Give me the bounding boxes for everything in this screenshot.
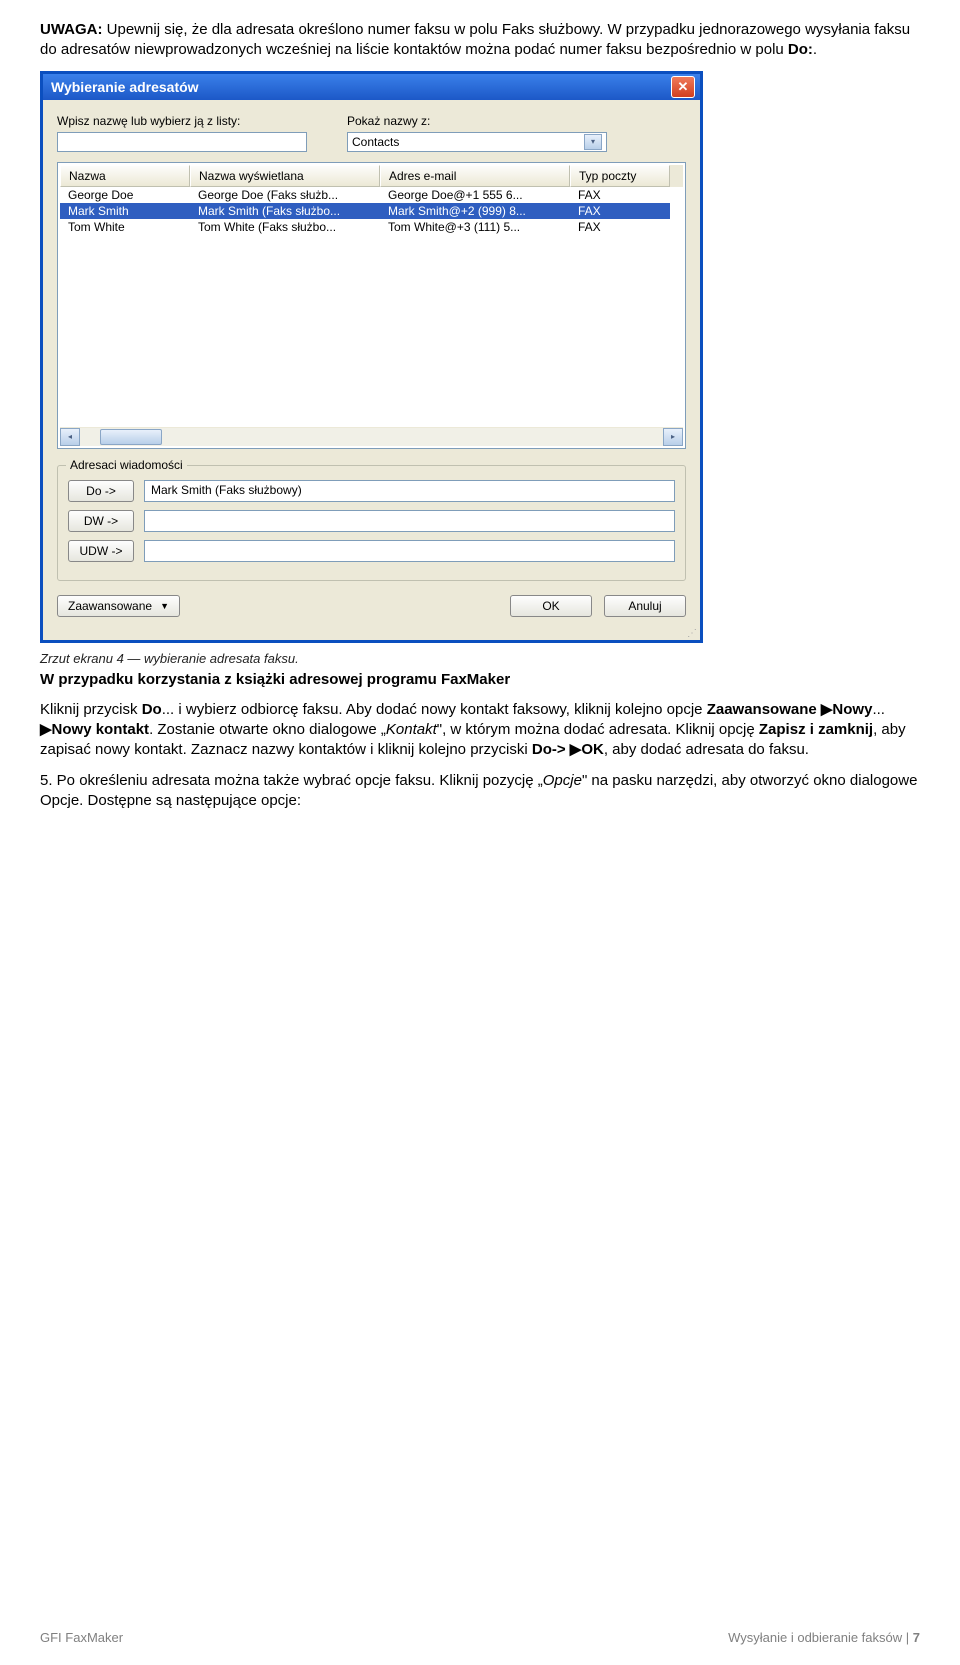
name-input-label: Wpisz nazwę lub wybierz ją z listy: <box>57 114 307 128</box>
contacts-list[interactable]: Nazwa Nazwa wyświetlana Adres e-mail Typ… <box>57 162 686 449</box>
resize-grip-icon[interactable]: ⋰ <box>43 631 700 640</box>
table-row[interactable]: George DoeGeorge Doe (Faks służb...Georg… <box>60 187 683 203</box>
combo-value: Contacts <box>352 135 399 149</box>
cancel-button[interactable]: Anuluj <box>604 595 686 617</box>
bcc-button[interactable]: UDW -> <box>68 540 134 562</box>
warning-prefix: UWAGA: <box>40 21 103 38</box>
col-name[interactable]: Nazwa <box>60 165 190 187</box>
show-names-combo[interactable]: Contacts ▾ <box>347 132 607 152</box>
table-row[interactable]: Mark SmithMark Smith (Faks służbo...Mark… <box>60 203 683 219</box>
cc-button[interactable]: DW -> <box>68 510 134 532</box>
horizontal-scrollbar[interactable]: ◂ ▸ <box>60 427 683 446</box>
cc-field[interactable] <box>144 510 675 532</box>
ok-button[interactable]: OK <box>510 595 592 617</box>
titlebar: Wybieranie adresatów ✕ <box>43 74 700 100</box>
bcc-field[interactable] <box>144 540 675 562</box>
warning-paragraph: UWAGA: Upewnij się, że dla adresata okre… <box>40 20 920 61</box>
col-type[interactable]: Typ poczty <box>570 165 670 187</box>
chevron-down-icon: ▾ <box>584 134 602 150</box>
to-field[interactable]: Mark Smith (Faks służbowy) <box>144 480 675 502</box>
list-header: Nazwa Nazwa wyświetlana Adres e-mail Typ… <box>60 165 683 187</box>
scroll-left-icon[interactable]: ◂ <box>60 428 80 446</box>
screenshot-caption: Zrzut ekranu 4 — wybieranie adresata fak… <box>40 651 920 666</box>
name-input[interactable] <box>57 132 307 152</box>
recipients-group: Adresaci wiadomości Do -> Mark Smith (Fa… <box>57 465 686 581</box>
scroll-right-icon[interactable]: ▸ <box>663 428 683 446</box>
page-footer: GFI FaxMaker Wysyłanie i odbieranie faks… <box>40 1630 920 1645</box>
close-icon[interactable]: ✕ <box>671 76 695 98</box>
instruction-paragraph-2: 5. Po określeniu adresata można także wy… <box>40 771 920 812</box>
table-row[interactable]: Tom WhiteTom White (Faks służbo...Tom Wh… <box>60 219 683 235</box>
show-names-label: Pokaż nazwy z: <box>347 114 607 128</box>
footer-page-number: 7 <box>913 1630 920 1645</box>
footer-section: Wysyłanie i odbieranie faksów <box>728 1630 902 1645</box>
dialog-title: Wybieranie adresatów <box>51 79 199 95</box>
scroll-thumb[interactable] <box>100 429 162 445</box>
subheading: W przypadku korzystania z książki adreso… <box>40 670 920 690</box>
to-button[interactable]: Do -> <box>68 480 134 502</box>
col-email[interactable]: Adres e-mail <box>380 165 570 187</box>
instruction-paragraph-1: Kliknij przycisk Do... i wybierz odbiorc… <box>40 700 920 761</box>
advanced-button[interactable]: Zaawansowane ▼ <box>57 595 180 617</box>
col-display-name[interactable]: Nazwa wyświetlana <box>190 165 380 187</box>
dialog-window: Wybieranie adresatów ✕ Wpisz nazwę lub w… <box>40 71 703 643</box>
chevron-down-icon: ▼ <box>160 601 169 611</box>
recipients-group-title: Adresaci wiadomości <box>66 458 187 472</box>
footer-left: GFI FaxMaker <box>40 1630 123 1645</box>
